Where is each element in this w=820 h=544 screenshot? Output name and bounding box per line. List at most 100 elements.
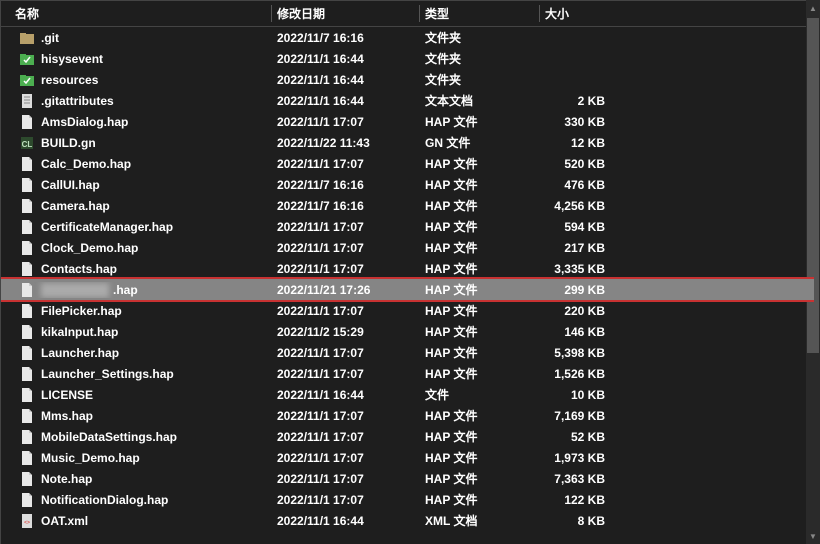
file-type-cell: GN 文件 <box>419 134 539 151</box>
file-name-cell: .git <box>1 30 271 46</box>
file-type-cell: HAP 文件 <box>419 155 539 172</box>
file-generic-icon <box>19 366 35 382</box>
scroll-down-arrow[interactable]: ▼ <box>806 528 820 544</box>
file-name-cell: CLBUILD.gn <box>1 135 271 151</box>
file-size-cell: 122 KB <box>539 493 611 507</box>
file-type-cell: HAP 文件 <box>419 323 539 340</box>
file-type-cell: HAP 文件 <box>419 176 539 193</box>
file-row[interactable]: Note.hap2022/11/1 17:07HAP 文件7,363 KB <box>1 468 814 489</box>
file-size-cell: 220 KB <box>539 304 611 318</box>
column-header-type[interactable]: 类型 <box>419 1 539 26</box>
file-row[interactable]: Mms.hap2022/11/1 17:07HAP 文件7,169 KB <box>1 405 814 426</box>
file-type-cell: 文件 <box>419 386 539 403</box>
file-size-cell: 4,256 KB <box>539 199 611 213</box>
file-date-cell: 2022/11/7 16:16 <box>271 199 419 213</box>
column-header-size[interactable]: 大小 <box>539 1 617 26</box>
file-name-cell: hisysevent <box>1 51 271 67</box>
file-size-cell: 7,363 KB <box>539 472 611 486</box>
vertical-scrollbar[interactable]: ▲ ▼ <box>806 0 820 544</box>
file-date-cell: 2022/11/1 17:07 <box>271 262 419 276</box>
file-type-cell: HAP 文件 <box>419 260 539 277</box>
file-size-cell: 520 KB <box>539 157 611 171</box>
file-name-label: Clock_Demo.hap <box>41 241 138 255</box>
folder-plain-icon <box>19 30 35 46</box>
file-generic-icon <box>19 156 35 172</box>
file-row[interactable]: Contacts.hap2022/11/1 17:07HAP 文件3,335 K… <box>1 258 814 279</box>
file-row[interactable]: Camera.hap2022/11/7 16:16HAP 文件4,256 KB <box>1 195 814 216</box>
folder-green-icon <box>19 51 35 67</box>
file-type-cell: 文件夹 <box>419 71 539 88</box>
file-cl-icon: CL <box>19 135 35 151</box>
file-date-cell: 2022/11/1 17:07 <box>271 472 419 486</box>
file-row[interactable]: Music_Demo.hap2022/11/1 17:07HAP 文件1,973… <box>1 447 814 468</box>
file-date-cell: 2022/11/1 17:07 <box>271 346 419 360</box>
file-row[interactable]: Clock_Demo.hap2022/11/1 17:07HAP 文件217 K… <box>1 237 814 258</box>
file-generic-icon <box>19 282 35 298</box>
file-row[interactable]: CallUI.hap2022/11/7 16:16HAP 文件476 KB <box>1 174 814 195</box>
file-name-label: hisysevent <box>41 52 103 66</box>
file-size-cell: 146 KB <box>539 325 611 339</box>
scroll-up-arrow[interactable]: ▲ <box>806 0 820 16</box>
file-date-cell: 2022/11/7 16:16 <box>271 31 419 45</box>
file-name-cell: Music_Demo.hap <box>1 450 271 466</box>
file-type-cell: HAP 文件 <box>419 239 539 256</box>
file-name-label: FilePicker.hap <box>41 304 122 318</box>
file-row[interactable]: ████████.hap2022/11/21 17:26HAP 文件299 KB <box>1 279 814 300</box>
scrollbar-thumb[interactable] <box>807 18 819 353</box>
file-row[interactable]: AmsDialog.hap2022/11/1 17:07HAP 文件330 KB <box>1 111 814 132</box>
file-date-cell: 2022/11/21 17:26 <box>271 283 419 297</box>
file-type-cell: 文件夹 <box>419 29 539 46</box>
column-header-name[interactable]: 名称 <box>1 1 271 26</box>
file-xml-icon: <> <box>19 513 35 529</box>
file-row[interactable]: Launcher_Settings.hap2022/11/1 17:07HAP … <box>1 363 814 384</box>
file-name-label: NotificationDialog.hap <box>41 493 168 507</box>
file-name-label: Calc_Demo.hap <box>41 157 131 171</box>
file-row[interactable]: kikaInput.hap2022/11/2 15:29HAP 文件146 KB <box>1 321 814 342</box>
file-date-cell: 2022/11/1 17:07 <box>271 367 419 381</box>
file-row[interactable]: NotificationDialog.hap2022/11/1 17:07HAP… <box>1 489 814 510</box>
file-date-cell: 2022/11/22 11:43 <box>271 136 419 150</box>
svg-text:CL: CL <box>22 140 33 149</box>
file-size-cell: 476 KB <box>539 178 611 192</box>
file-name-label: OAT.xml <box>41 514 88 528</box>
file-type-cell: HAP 文件 <box>419 197 539 214</box>
file-name-label: .git <box>41 31 59 45</box>
file-type-cell: HAP 文件 <box>419 491 539 508</box>
file-row[interactable]: FilePicker.hap2022/11/1 17:07HAP 文件220 K… <box>1 300 814 321</box>
file-row[interactable]: Calc_Demo.hap2022/11/1 17:07HAP 文件520 KB <box>1 153 814 174</box>
file-row[interactable]: resources 2022/11/1 16:44文件夹 <box>1 69 814 90</box>
file-date-cell: 2022/11/1 17:07 <box>271 430 419 444</box>
file-row[interactable]: CertificateManager.hap2022/11/1 17:07HAP… <box>1 216 814 237</box>
file-type-cell: HAP 文件 <box>419 470 539 487</box>
file-row[interactable]: MobileDataSettings.hap2022/11/1 17:07HAP… <box>1 426 814 447</box>
file-size-cell: 2 KB <box>539 94 611 108</box>
file-row[interactable]: <>OAT.xml2022/11/1 16:44XML 文档8 KB <box>1 510 814 531</box>
column-header-date[interactable]: 修改日期 <box>271 1 419 26</box>
file-row[interactable]: Launcher.hap2022/11/1 17:07HAP 文件5,398 K… <box>1 342 814 363</box>
file-row[interactable]: hisysevent2022/11/1 16:44文件夹 <box>1 48 814 69</box>
file-name-cell: NotificationDialog.hap <box>1 492 271 508</box>
file-name-suffix: .hap <box>113 283 138 297</box>
file-size-cell: 12 KB <box>539 136 611 150</box>
file-row[interactable]: .git 2022/11/7 16:16文件夹 <box>1 27 814 48</box>
file-name-cell: .gitattributes <box>1 93 271 109</box>
file-name-label: .gitattributes <box>41 94 114 108</box>
file-size-cell: 1,973 KB <box>539 451 611 465</box>
file-size-cell: 5,398 KB <box>539 346 611 360</box>
file-row[interactable]: CLBUILD.gn2022/11/22 11:43GN 文件12 KB <box>1 132 814 153</box>
file-row[interactable]: .gitattributes2022/11/1 16:44文本文档2 KB <box>1 90 814 111</box>
file-name-cell: Launcher_Settings.hap <box>1 366 271 382</box>
file-size-cell: 52 KB <box>539 430 611 444</box>
file-name-label: resources <box>41 73 98 87</box>
file-row[interactable]: LICENSE2022/11/1 16:44文件10 KB <box>1 384 814 405</box>
file-generic-icon <box>19 198 35 214</box>
file-name-cell: ████████.hap <box>1 282 271 298</box>
file-generic-icon <box>19 450 35 466</box>
file-date-cell: 2022/11/1 16:44 <box>271 514 419 528</box>
file-name-cell: MobileDataSettings.hap <box>1 429 271 445</box>
file-date-cell: 2022/11/1 16:44 <box>271 73 419 87</box>
file-date-cell: 2022/11/1 16:44 <box>271 94 419 108</box>
file-size-cell: 299 KB <box>539 283 611 297</box>
file-size-cell: 594 KB <box>539 220 611 234</box>
file-name-cell: Calc_Demo.hap <box>1 156 271 172</box>
